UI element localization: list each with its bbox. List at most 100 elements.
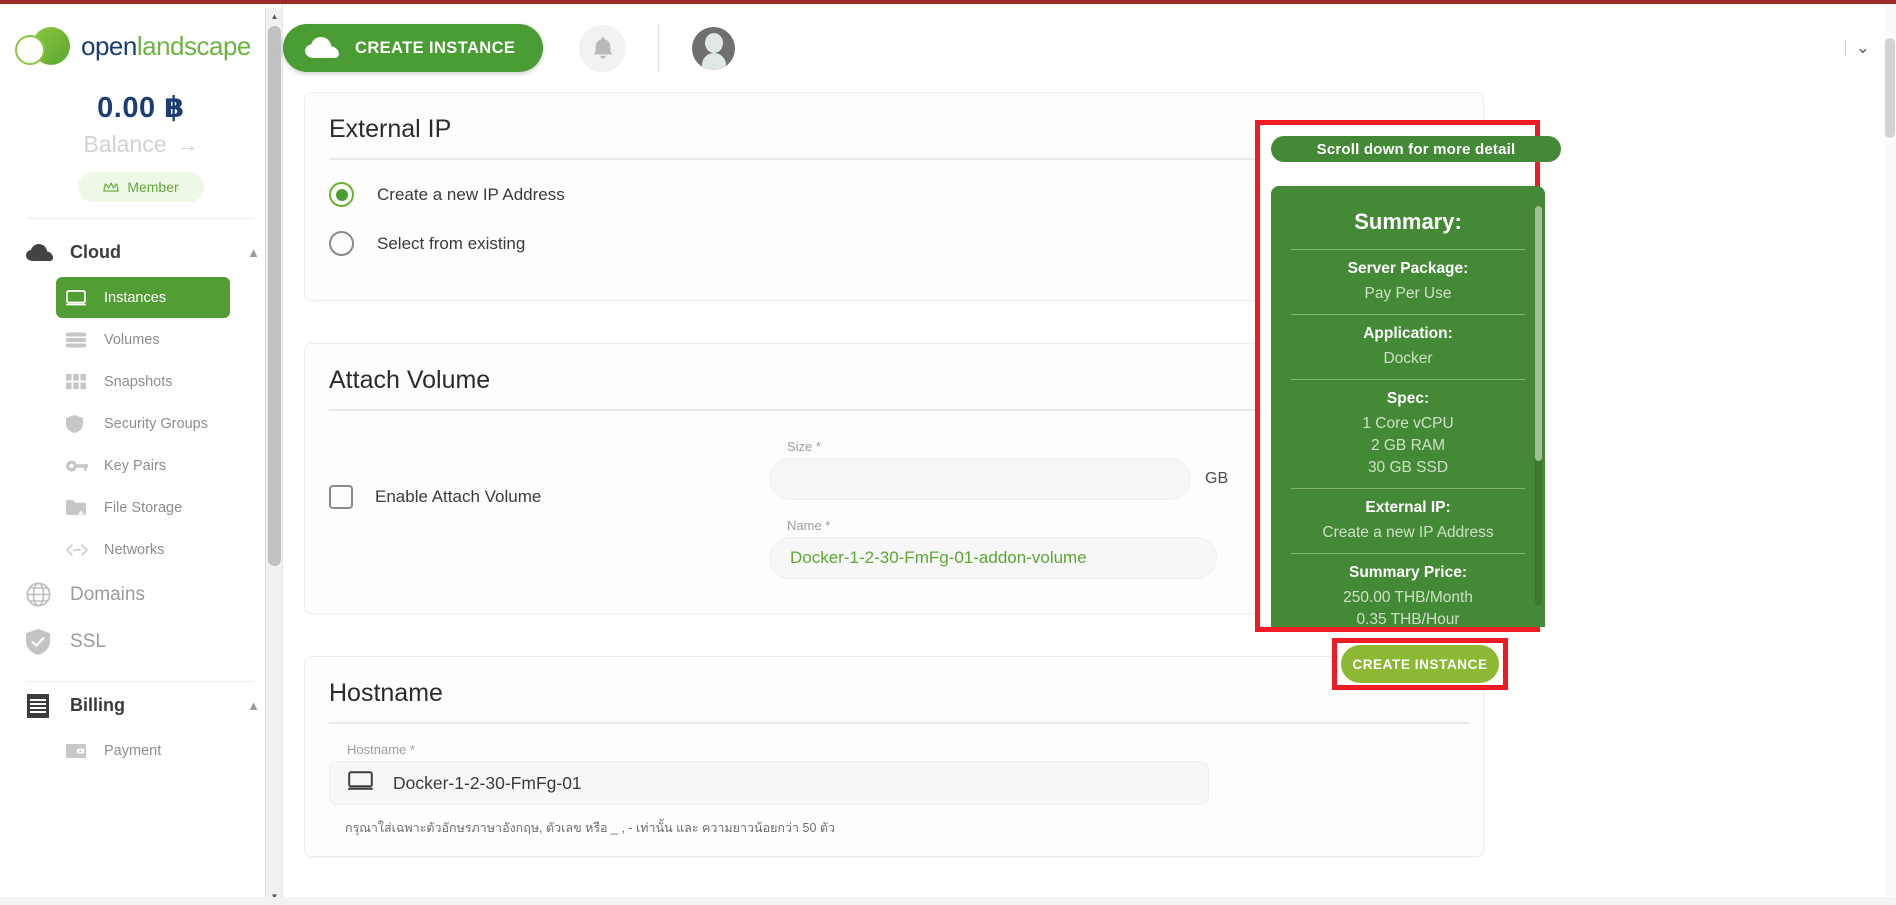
server-list-icon [66, 332, 92, 348]
volume-name-input[interactable]: Docker-1-2-30-FmFg-01-addon-volume [769, 537, 1217, 579]
summary-value-spec-ssd: 30 GB SSD [1367, 459, 1449, 476]
sidebar-item-file-storage[interactable]: File Storage [56, 487, 230, 528]
hostname-title: Hostname [329, 679, 443, 707]
sidebar-item-file-storage-label: File Storage [104, 499, 183, 516]
balance-amount: 0.00 ฿ [97, 92, 185, 124]
shield-check-icon [26, 628, 56, 655]
hostname-input[interactable]: Docker-1-2-30-FmFg-01 [329, 761, 1209, 805]
hostname-body: Hostname * Docker-1-2-30-FmFg-01 กรุณาใส… [305, 724, 1483, 848]
summary-value-application: Docker [1383, 350, 1433, 367]
bottom-strip [0, 897, 1896, 905]
arrow-right-icon: → [176, 131, 199, 157]
hostname-value: Docker-1-2-30-FmFg-01 [393, 772, 582, 793]
create-instance-top-button[interactable]: CREATE INSTANCE [283, 24, 544, 72]
summary-key-spec: Spec: [1386, 390, 1430, 407]
sidebar-item-payment[interactable]: Payment [56, 730, 230, 771]
summary-panel: Summary: Server Package: Pay Per Use App… [1271, 186, 1545, 627]
account-menu-button[interactable]: ⌄ [1844, 38, 1870, 58]
balance-block: 0.00 ฿ Balance → [0, 90, 282, 158]
app-root: openlandscape 0.00 ฿ Balance → Member Cl… [0, 0, 1896, 905]
radio-create-new-ip-label: Create a new IP Address [377, 184, 565, 204]
summary-value-price-hour: 0.35 THB/Hour [1356, 611, 1460, 627]
monitor-icon [66, 289, 92, 306]
sidebar-item-snapshots[interactable]: Snapshots [56, 361, 230, 402]
scroll-up-arrow[interactable]: ▲ [266, 8, 282, 25]
avatar[interactable] [692, 26, 736, 70]
receipt-icon [26, 693, 56, 719]
sidebar-scrollbar[interactable]: ▲ ▼ [265, 8, 282, 901]
enable-attach-volume-row[interactable]: Enable Attach Volume [329, 439, 769, 509]
brand-wordmark: openlandscape [81, 31, 251, 62]
create-instance-submit-button[interactable]: CREATE INSTANCE [1341, 645, 1499, 683]
sidebar-scroll-thumb[interactable] [268, 26, 281, 566]
radio-create-new-ip[interactable] [329, 182, 354, 207]
sidebar-item-key-pairs[interactable]: Key Pairs [56, 445, 230, 486]
main-content: External IP Create a new IP Address Sele… [300, 92, 1896, 905]
sidebar-divider-1 [28, 218, 254, 219]
summary-value-external-ip: Create a new IP Address [1322, 524, 1494, 541]
sidebar-item-instances-label: Instances [104, 289, 167, 306]
monitor-icon-hostname [348, 771, 373, 795]
window-scrollbar[interactable] [1884, 4, 1896, 901]
brand-open: open [81, 30, 137, 61]
shield-icon [66, 414, 92, 433]
summary-scroll-thumb[interactable] [1535, 206, 1542, 461]
sidebar-item-volumes-label: Volumes [104, 331, 160, 348]
sidebar-group-ssl[interactable]: SSL [0, 618, 282, 665]
summary-key-server-package: Server Package: [1347, 260, 1469, 277]
sidebar-group-ssl-label: SSL [70, 630, 106, 652]
create-instance-top-label: CREATE INSTANCE [355, 38, 516, 57]
folder-icon [66, 500, 92, 515]
sidebar-group-cloud-label: Cloud [70, 242, 121, 262]
sidebar-item-security-groups[interactable]: Security Groups [56, 403, 230, 444]
hostname-hint: กรุณาใส่เฉพาะตัวอักษรภาษาอังกฤษ, ตัวเลข … [345, 821, 836, 835]
globe-icon [26, 582, 56, 607]
sidebar-group-cloud[interactable]: Cloud ▲ [0, 229, 282, 276]
network-icon [66, 543, 92, 556]
cloud-icon [26, 243, 56, 262]
notifications-button[interactable] [579, 24, 627, 72]
radio-select-existing[interactable] [329, 231, 354, 256]
balance-label: Balance [83, 131, 167, 157]
key-icon [66, 460, 92, 472]
sidebar-group-domains-label: Domains [70, 583, 145, 605]
summary-value-spec-ram: 2 GB RAM [1370, 437, 1446, 454]
summary-key-price: Summary Price: [1348, 564, 1468, 581]
sidebar-item-instances[interactable]: Instances [56, 277, 230, 318]
sidebar-group-domains[interactable]: Domains [0, 571, 282, 618]
summary-key-external-ip: External IP: [1365, 499, 1451, 516]
window-scroll-thumb[interactable] [1885, 38, 1895, 138]
sidebar-item-payment-label: Payment [104, 742, 162, 759]
top-bar: CREATE INSTANCE ⌄ [283, 4, 1896, 92]
sidebar-nav: Cloud ▲ Instances Volumes Snapshots Secu… [0, 229, 282, 771]
sidebar-item-networks-label: Networks [104, 541, 165, 558]
brand-logo[interactable]: openlandscape [0, 4, 282, 68]
openlandscape-logo-icon [14, 24, 76, 68]
hostname-card: Hostname Hostname * Docker-1-2-30-FmFg-0… [304, 656, 1484, 857]
enable-attach-volume-checkbox[interactable] [329, 485, 353, 509]
sidebar-group-billing[interactable]: Billing ▲ [0, 682, 282, 729]
summary-key-application: Application: [1363, 325, 1453, 342]
summary-value-spec-cpu: 1 Core vCPU [1362, 415, 1454, 432]
sidebar-item-networks[interactable]: Networks [56, 529, 230, 570]
summary-divider-2 [1291, 379, 1525, 380]
account-menu-divider [1844, 40, 1846, 56]
summary-scrollbar[interactable] [1535, 206, 1542, 606]
size-unit-label: GB [1205, 470, 1229, 487]
balance-link[interactable]: Balance → [0, 131, 282, 158]
sidebar-item-key-pairs-label: Key Pairs [104, 457, 167, 474]
volume-name-value: Docker-1-2-30-FmFg-01-addon-volume [790, 548, 1087, 567]
summary-divider-4 [1291, 553, 1525, 554]
summary-divider-0 [1291, 249, 1525, 250]
sidebar-item-volumes[interactable]: Volumes [56, 319, 230, 360]
chevron-down-icon: ⌄ [1855, 38, 1870, 57]
scroll-down-hint: Scroll down for more detail [1271, 136, 1561, 162]
chevron-up-icon: ▲ [247, 245, 260, 260]
crown-icon [103, 182, 120, 192]
member-badge: Member [78, 172, 204, 202]
sidebar-group-billing-label: Billing [70, 695, 125, 715]
size-input[interactable] [769, 458, 1191, 500]
radio-select-existing-label: Select from existing [377, 233, 526, 253]
hostname-field-label: Hostname * [347, 742, 415, 757]
member-badge-label: Member [127, 179, 179, 195]
